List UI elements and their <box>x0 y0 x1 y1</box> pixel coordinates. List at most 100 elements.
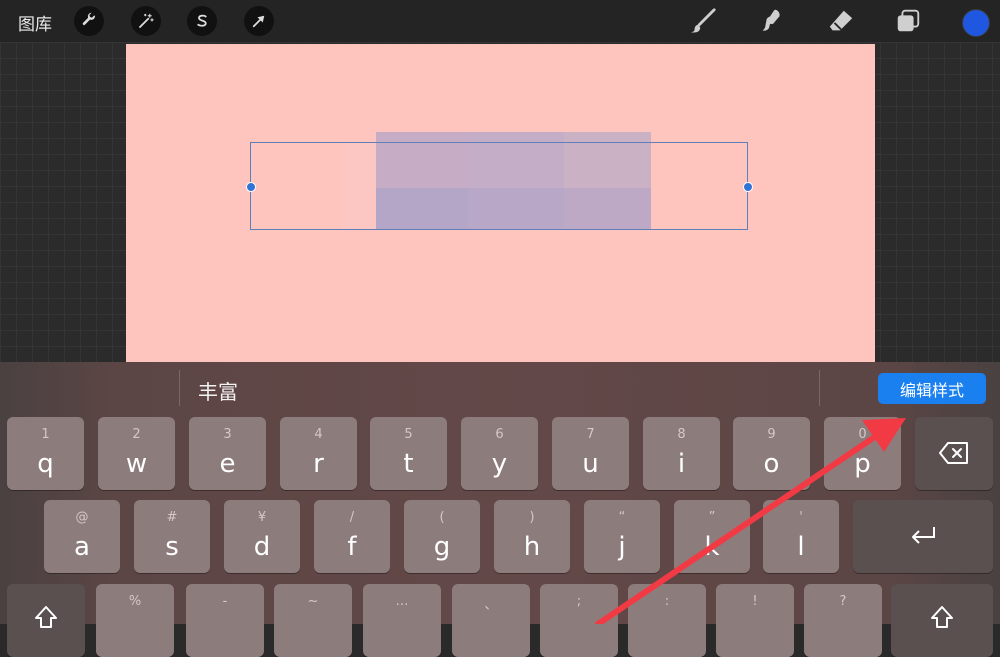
layers-icon <box>897 9 920 32</box>
key-hint: 1 <box>41 427 50 442</box>
left-shift-key[interactable] <box>7 584 85 657</box>
key-hint: ; <box>576 594 582 609</box>
actions-button[interactable] <box>74 6 104 36</box>
key-letter: h <box>523 532 541 562</box>
brush-icon <box>690 8 716 33</box>
key-h[interactable]: ) h <box>494 500 570 573</box>
key-hint: 0 <box>858 427 867 442</box>
candidate-word[interactable]: 丰富 <box>198 376 238 405</box>
key-j[interactable]: “j <box>584 500 660 573</box>
key-hint: % <box>128 594 142 609</box>
key-hint: 5 <box>404 427 413 442</box>
wrench-icon <box>82 12 95 26</box>
key-hint: / <box>349 510 355 525</box>
key-p[interactable]: 0p <box>824 417 901 490</box>
key-symbol-4[interactable]: 、 <box>452 584 530 657</box>
key-hint: ~ <box>307 594 319 609</box>
key-symbol-6[interactable]: : <box>628 584 706 657</box>
key-l[interactable]: ' l <box>763 500 839 573</box>
backspace-key[interactable] <box>915 417 993 490</box>
key-t[interactable]: 5t <box>370 417 447 490</box>
key-letter: g <box>433 532 451 562</box>
key-symbol-1[interactable]: - <box>186 584 264 657</box>
brush-tool[interactable] <box>688 6 718 36</box>
key-hint: ¥ <box>257 510 267 525</box>
key-w[interactable]: 2w <box>98 417 175 490</box>
key-i[interactable]: 8i <box>643 417 720 490</box>
transform-button[interactable] <box>244 6 274 36</box>
key-symbol-2[interactable]: ~ <box>274 584 352 657</box>
key-letter: s <box>165 532 179 562</box>
key-symbol-0[interactable]: % <box>96 584 174 657</box>
smudge-icon <box>762 9 780 31</box>
key-symbol-3[interactable]: … <box>363 584 441 657</box>
key-o[interactable]: 9o <box>733 417 810 490</box>
key-s[interactable]: # s <box>134 500 210 573</box>
key-hint: 9 <box>767 427 776 442</box>
key-letter: w <box>125 449 148 479</box>
key-symbol-5[interactable]: ; <box>540 584 618 657</box>
key-letter: t <box>403 449 414 479</box>
smudge-tool[interactable] <box>756 6 786 36</box>
key-d[interactable]: ¥ d <box>224 500 300 573</box>
text-box[interactable] <box>250 142 748 230</box>
key-e[interactable]: 3e <box>189 417 266 490</box>
transform-arrow-icon <box>252 15 265 28</box>
divider <box>819 370 820 406</box>
key-y[interactable]: 6y <box>461 417 538 490</box>
key-symbol-7[interactable]: ! <box>716 584 794 657</box>
key-letter: q <box>37 449 54 479</box>
return-icon <box>912 527 935 544</box>
top-toolbar: 图库 <box>0 0 1000 42</box>
onscreen-keyboard: 丰富 编辑样式 1q2w3e4r5t6y7u8i9o0p @ a # s ¥ d / f(g)… <box>0 362 1000 657</box>
key-hint: 3 <box>223 427 232 442</box>
shift-icon <box>931 606 953 628</box>
key-hint: @ <box>75 510 89 525</box>
text-box-right-handle[interactable] <box>743 182 753 192</box>
key-hint: 、 <box>484 598 498 613</box>
text-box-left-handle[interactable] <box>246 182 256 192</box>
key-letter: f <box>347 532 357 562</box>
key-letter: r <box>313 449 324 479</box>
key-letter: o <box>763 449 780 479</box>
key-hint: ) <box>529 510 535 525</box>
edit-style-button[interactable]: 编辑样式 <box>878 373 986 404</box>
key-hint: 8 <box>677 427 686 442</box>
eraser-tool[interactable] <box>826 6 856 36</box>
selection-button[interactable] <box>187 6 217 36</box>
return-key[interactable] <box>853 500 993 573</box>
key-a[interactable]: @ a <box>44 500 120 573</box>
key-hint: ' <box>799 510 803 525</box>
key-letter: k <box>704 532 720 562</box>
key-f[interactable]: / f <box>314 500 390 573</box>
right-shift-key[interactable] <box>891 584 993 657</box>
key-hint: ( <box>439 510 445 525</box>
key-hint: 7 <box>586 427 595 442</box>
key-g[interactable]: (g <box>404 500 480 573</box>
key-hint: ? <box>839 594 847 609</box>
key-hint: 4 <box>314 427 323 442</box>
color-picker-button[interactable] <box>962 9 990 37</box>
divider <box>179 370 180 406</box>
layers-button[interactable] <box>893 6 923 36</box>
key-letter: i <box>677 449 686 479</box>
key-letter: a <box>74 532 90 562</box>
key-hint: : <box>664 594 670 609</box>
key-hint: - <box>222 594 228 609</box>
key-k[interactable]: ” k <box>674 500 750 573</box>
key-letter: e <box>219 449 236 479</box>
gallery-button[interactable]: 图库 <box>18 10 52 35</box>
key-q[interactable]: 1q <box>7 417 84 490</box>
candidate-bar: 丰富 编辑样式 <box>0 362 1000 414</box>
key-hint: # <box>166 510 178 525</box>
key-letter: l <box>797 532 805 562</box>
key-letter: j <box>618 532 626 562</box>
adjustments-button[interactable] <box>131 6 161 36</box>
selection-s-icon <box>197 14 207 27</box>
shift-icon <box>35 606 57 628</box>
eraser-icon <box>829 10 853 31</box>
key-symbol-8[interactable]: ? <box>804 584 882 657</box>
key-r[interactable]: 4r <box>280 417 357 490</box>
key-u[interactable]: 7u <box>552 417 629 490</box>
key-hint: … <box>395 594 409 609</box>
